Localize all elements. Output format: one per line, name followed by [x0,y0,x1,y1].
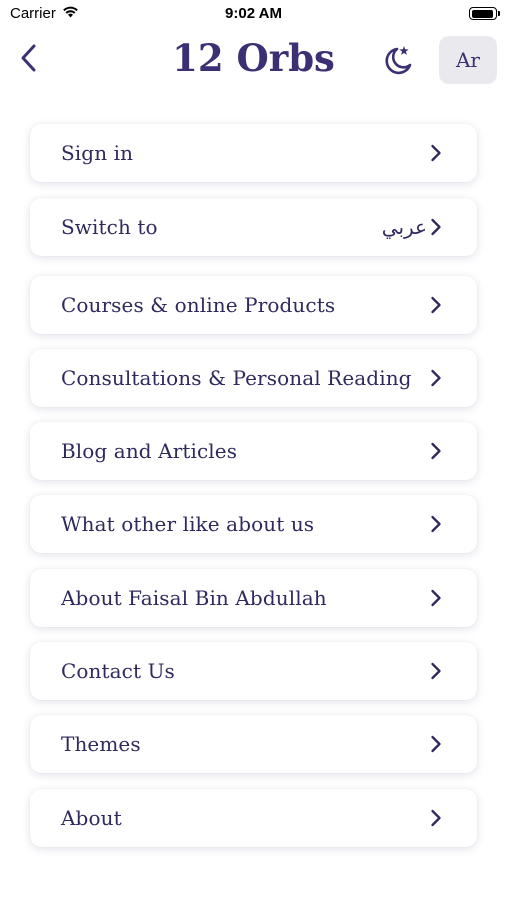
menu-item[interactable]: Courses & online Products [30,276,477,334]
page-title: 12 Orbs [172,36,335,80]
menu-item-label: Themes [61,732,141,756]
menu-item-label: Contact Us [61,659,175,683]
chevron-right-icon [429,144,443,162]
menu-item[interactable]: Switch to عربي [30,198,477,256]
chevron-right-icon [429,296,443,314]
language-button[interactable]: Ar [439,36,497,84]
menu-item[interactable]: Consultations & Personal Reading [30,349,477,407]
theme-toggle-button[interactable] [378,42,418,82]
menu-item[interactable]: Themes [30,715,477,773]
battery-icon [469,7,500,20]
menu-item-label: Consultations & Personal Reading [61,366,412,390]
menu-item-label: What other like about us [61,512,315,536]
chevron-right-icon [429,589,443,607]
menu-item-label: Courses & online Products [61,293,336,317]
chevron-right-icon [429,735,443,753]
nav-bar: 12 Orbs Ar [0,30,507,92]
chevron-right-icon [429,515,443,533]
status-time: 9:02 AM [225,5,282,22]
menu-item[interactable]: About [30,789,477,847]
menu-item[interactable]: About Faisal Bin Abdullah [30,569,477,627]
chevron-right-icon [429,809,443,827]
menu-item[interactable]: Blog and Articles [30,422,477,480]
menu-item-label: About [61,806,122,830]
chevron-right-icon [429,218,443,236]
menu-item-label: Switch to [61,215,158,239]
menu-item-value: عربي [381,215,427,239]
menu-item[interactable]: Sign in [30,124,477,182]
chevron-right-icon [429,369,443,387]
menu-item-label: About Faisal Bin Abdullah [61,586,327,610]
chevron-right-icon [429,662,443,680]
menu-item-label: Sign in [61,141,134,165]
status-bar: Carrier 9:02 AM [0,0,507,28]
moon-star-icon [381,43,415,81]
battery-level [471,9,494,18]
chevron-right-icon [429,442,443,460]
menu-item[interactable]: What other like about us [30,495,477,553]
menu-item[interactable]: Contact Us [30,642,477,700]
menu-item-label: Blog and Articles [61,439,238,463]
